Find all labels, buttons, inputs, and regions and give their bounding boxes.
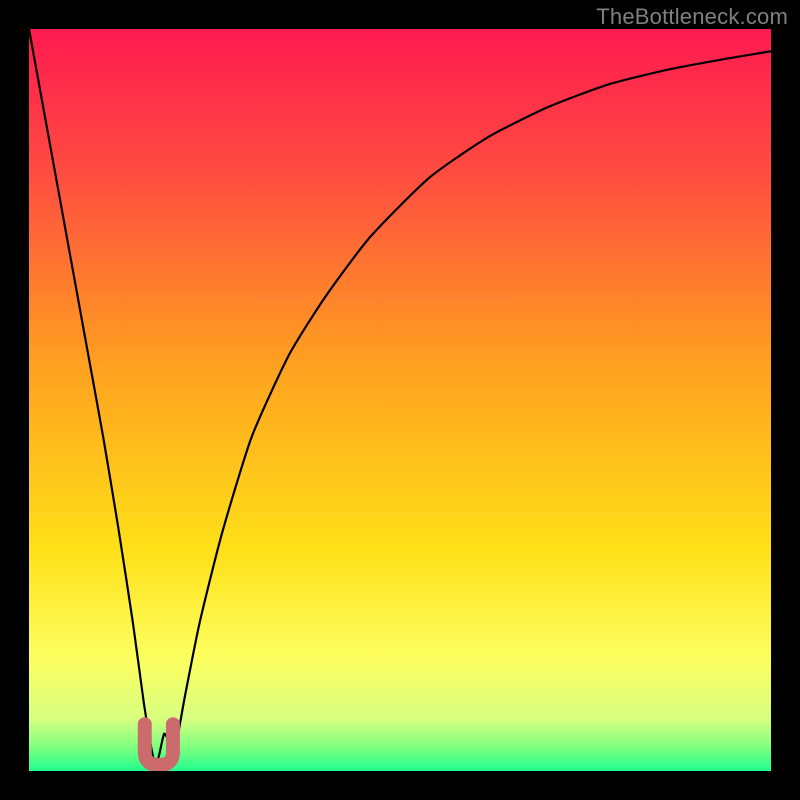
chart-plot-area — [29, 29, 771, 771]
gradient-background — [29, 29, 771, 771]
chart-svg — [29, 29, 771, 771]
watermark-text: TheBottleneck.com — [596, 4, 788, 30]
